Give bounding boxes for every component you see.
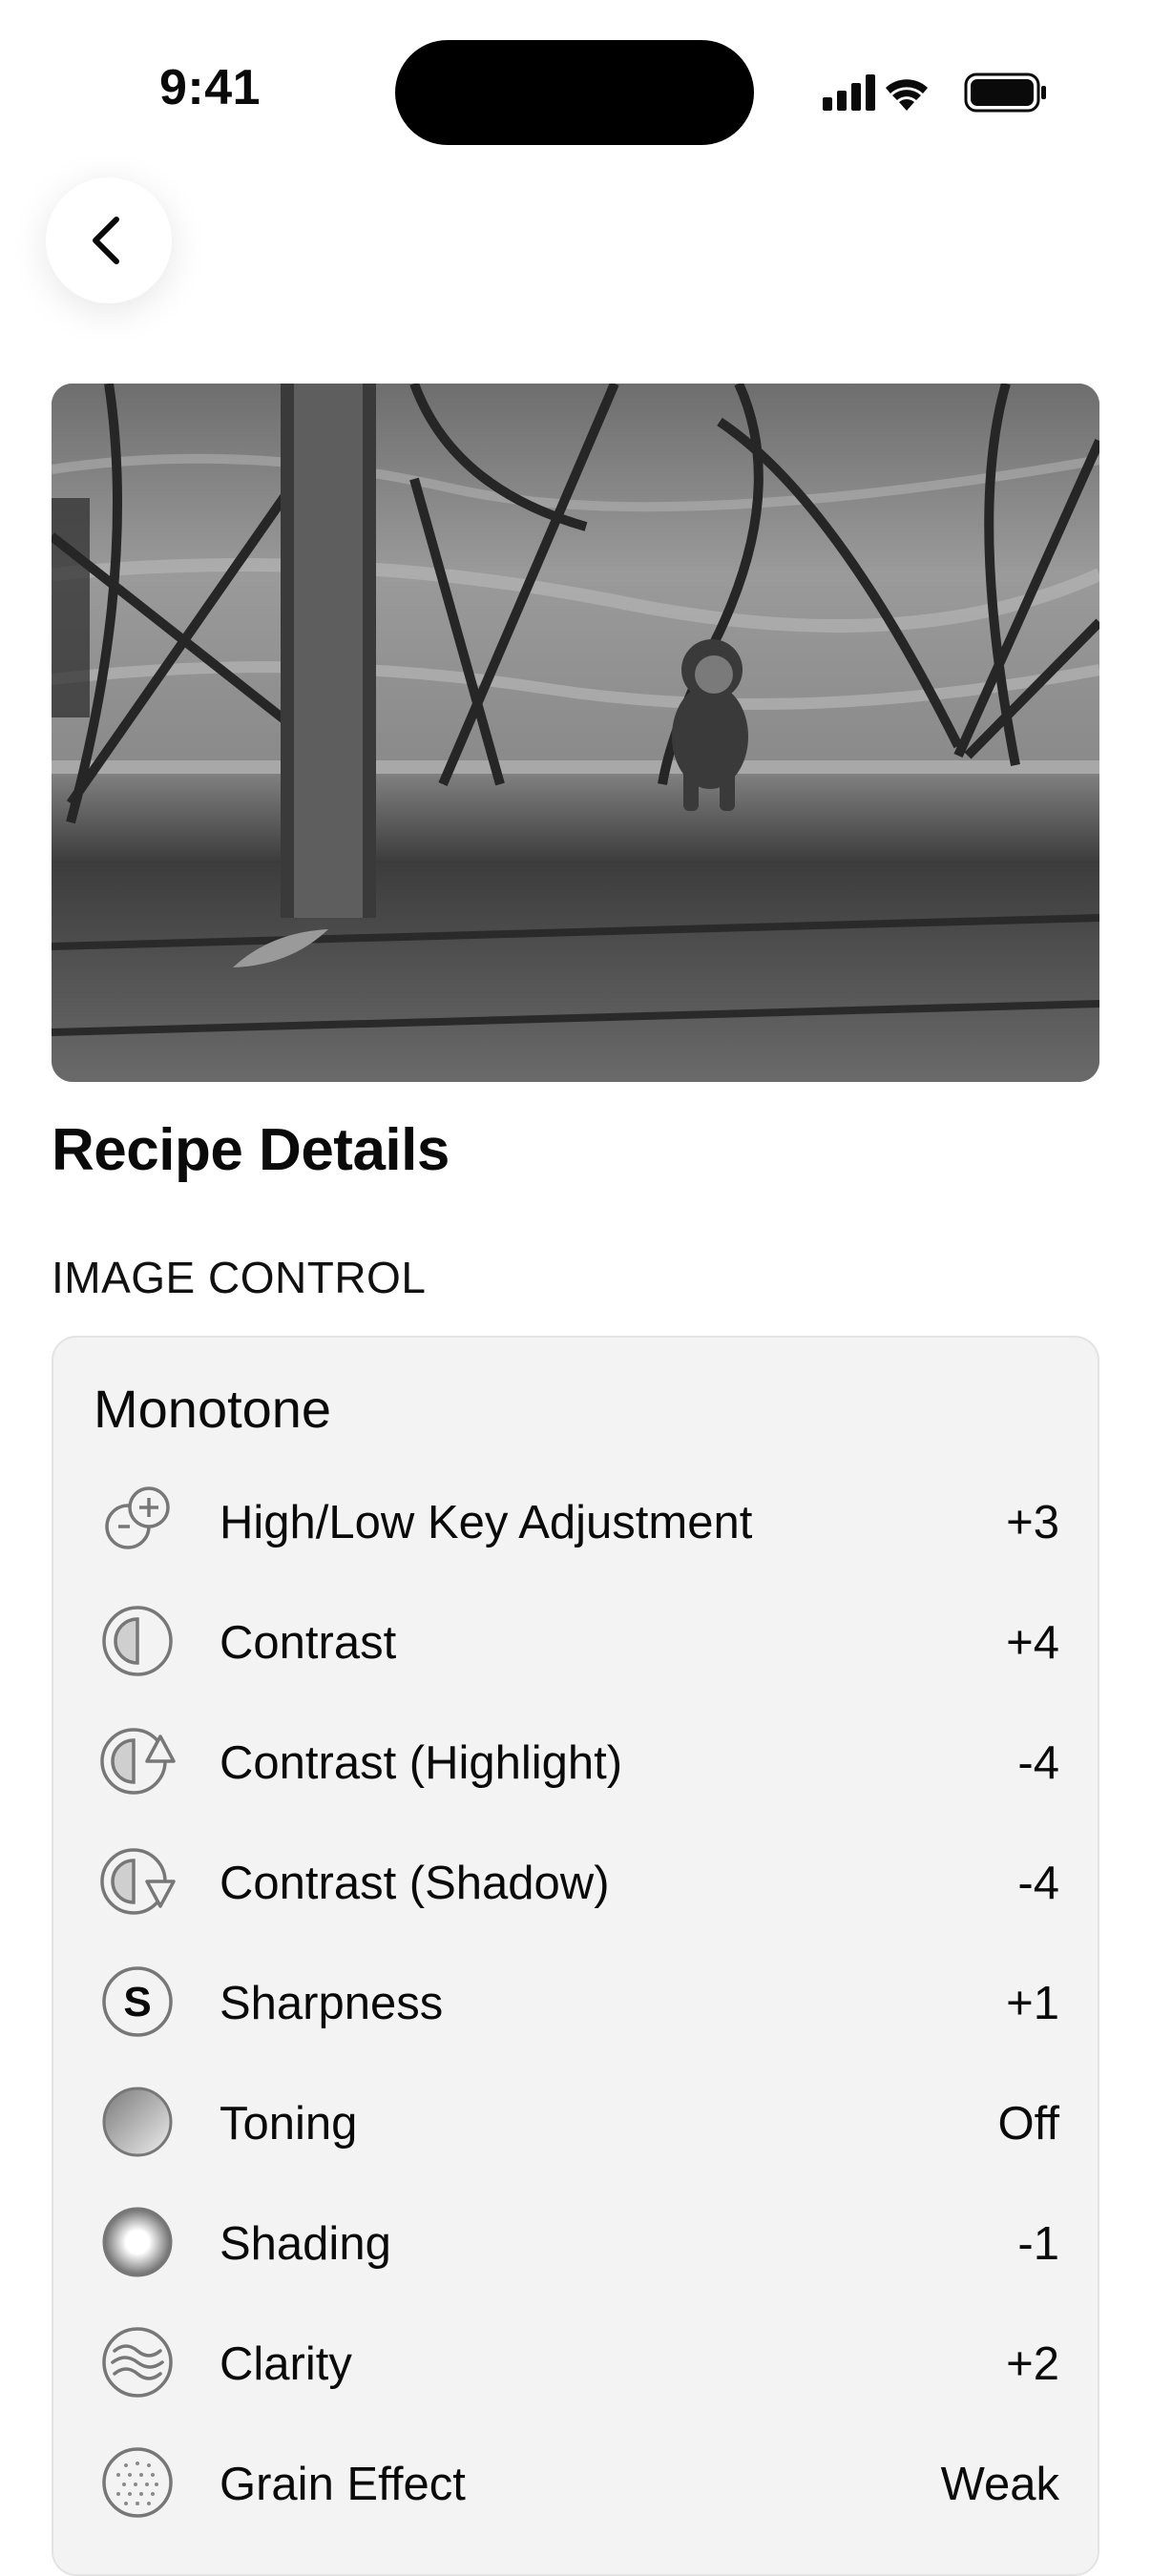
- back-button[interactable]: [46, 177, 172, 303]
- setting-row-grain-effect: Grain Effect Weak: [53, 2421, 1101, 2542]
- setting-row-sharpness: S Sharpness +1: [53, 1941, 1101, 2061]
- setting-row-toning: Toning Off: [53, 2061, 1101, 2181]
- recipe-photo: [52, 384, 1099, 1082]
- setting-value: +2: [1006, 2338, 1059, 2390]
- section-header-image-control: IMAGE CONTROL: [52, 1253, 427, 1302]
- monkey-railing-image: [52, 384, 1099, 1082]
- setting-row-contrast: Contrast +4: [53, 1580, 1101, 1700]
- setting-value: +4: [1006, 1617, 1059, 1669]
- shading-icon: [102, 2207, 173, 2277]
- status-time: 9:41: [158, 60, 262, 115]
- setting-value: -1: [1017, 2218, 1059, 2270]
- grain-effect-icon: [102, 2447, 173, 2518]
- setting-label: Contrast (Highlight): [220, 1737, 623, 1789]
- wifi-icon: [886, 79, 928, 111]
- status-bar: 9:41: [0, 0, 1151, 181]
- cellular-signal-icon: [823, 74, 875, 111]
- clarity-icon: [102, 2327, 173, 2398]
- setting-row-contrast-highlight: Contrast (Highlight) -4: [53, 1700, 1101, 1820]
- chevron-left-icon: [93, 217, 119, 264]
- contrast-highlight-icon: [100, 1728, 176, 1795]
- setting-label: Clarity: [220, 2338, 352, 2390]
- contrast-shadow-icon: [100, 1848, 176, 1915]
- svg-text:S: S: [123, 1979, 151, 2025]
- setting-value: -4: [1017, 1737, 1059, 1789]
- battery-icon: [964, 73, 1046, 113]
- setting-value: -4: [1017, 1858, 1059, 1909]
- setting-label: Sharpness: [220, 1978, 444, 2029]
- monotone-card: Monotone High/Low Key Adjustment +3 Cont…: [52, 1336, 1099, 2576]
- card-title: Monotone: [94, 1379, 332, 1439]
- setting-value: Weak: [940, 2459, 1059, 2510]
- high-low-key-icon: [105, 1486, 170, 1549]
- setting-row-contrast-shadow: Contrast (Shadow) -4: [53, 1820, 1101, 1941]
- setting-row-high-low-key: High/Low Key Adjustment +3: [53, 1460, 1101, 1580]
- setting-label: Toning: [220, 2098, 358, 2150]
- setting-value: Off: [997, 2098, 1059, 2150]
- setting-row-shading: Shading -1: [53, 2181, 1101, 2301]
- setting-value: +3: [1006, 1497, 1059, 1548]
- setting-label: Contrast (Shadow): [220, 1858, 610, 1909]
- status-icons: [823, 73, 1046, 113]
- setting-label: Shading: [220, 2218, 391, 2270]
- sharpness-icon: S: [102, 1966, 173, 2037]
- contrast-icon: [102, 1606, 173, 1676]
- setting-label: High/Low Key Adjustment: [220, 1497, 753, 1548]
- dynamic-island: [395, 40, 754, 145]
- toning-icon: [102, 2087, 173, 2157]
- setting-label: Grain Effect: [220, 2459, 466, 2510]
- setting-value: +1: [1006, 1978, 1059, 2029]
- setting-row-clarity: Clarity +2: [53, 2301, 1101, 2421]
- setting-label: Contrast: [220, 1617, 397, 1669]
- page-title: Recipe Details: [52, 1117, 450, 1183]
